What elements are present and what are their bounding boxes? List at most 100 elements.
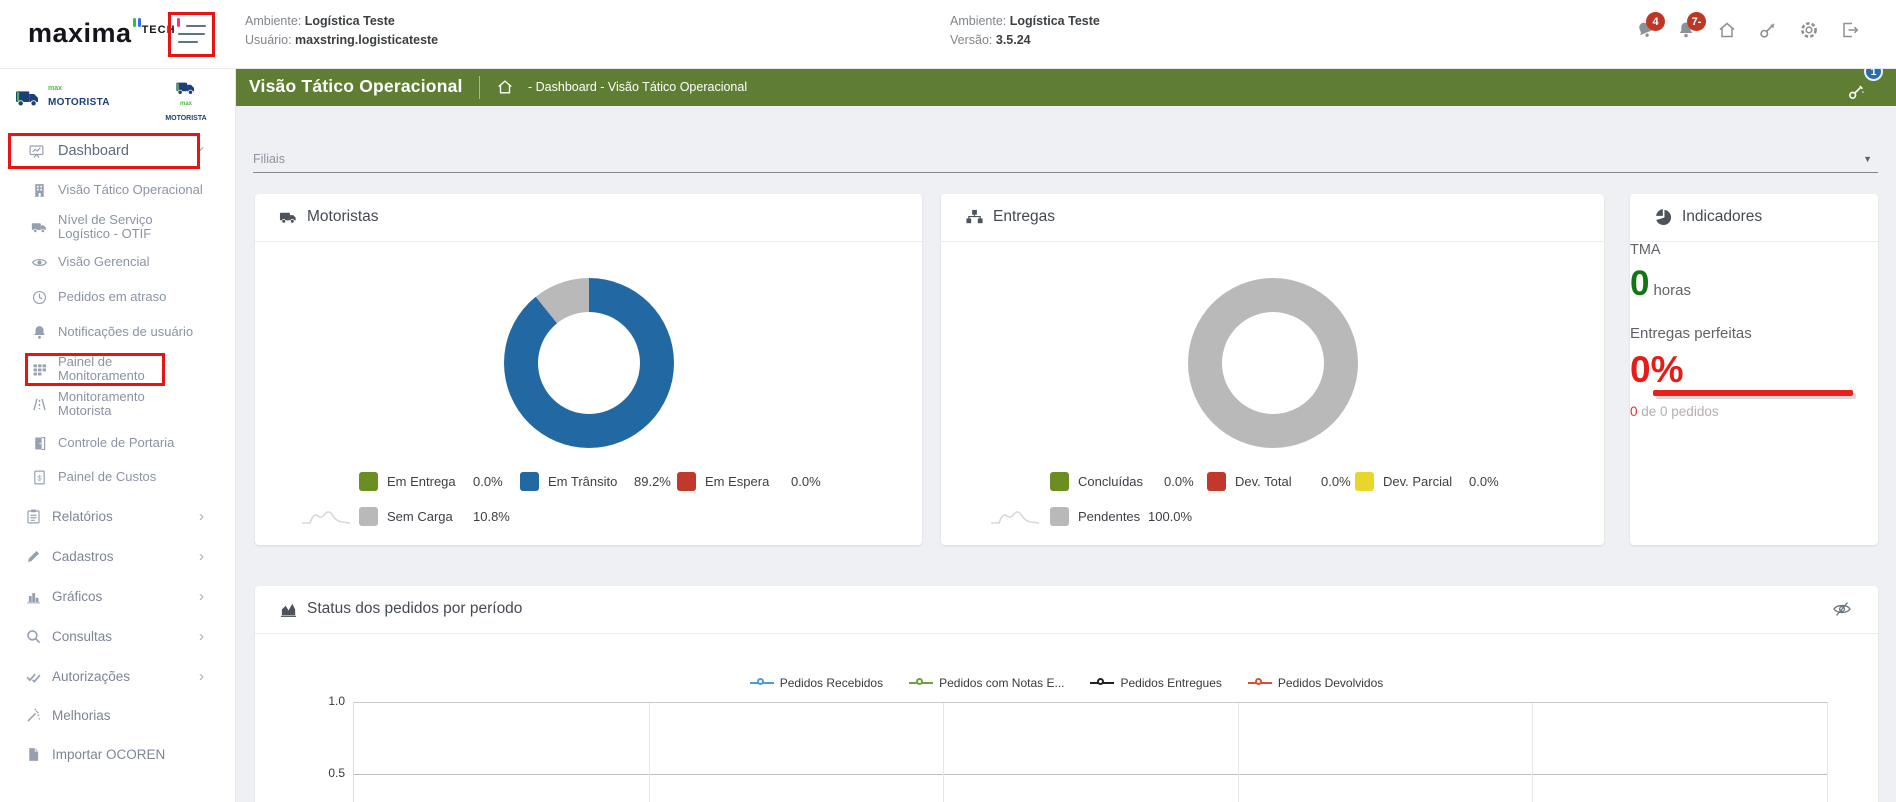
sidebar-item-controle-portaria[interactable]: Controle de Portaria: [0, 426, 236, 460]
legend-value: 100.0%: [1148, 509, 1192, 524]
sidebar-item-label: Painel de Custos: [58, 470, 156, 484]
env-value: Logística Teste: [1010, 14, 1100, 28]
legend-value: 10.8%: [473, 509, 510, 524]
sidebar-item-painel-custos[interactable]: $ Painel de Custos: [0, 460, 236, 494]
legend-swatch: [677, 472, 696, 491]
legend-item-em-espera[interactable]: Em Espera 0.0%: [677, 470, 821, 492]
maxmotorista-mini-logo[interactable]: max MOTORISTA: [164, 80, 208, 125]
tools-wrench-icon[interactable]: [1847, 82, 1866, 101]
orders-count-value: 0: [1630, 404, 1638, 419]
gridline-0.5: [354, 774, 1827, 775]
legend-label: Pendentes: [1078, 509, 1148, 524]
alerts-bell-icon[interactable]: 7-: [1676, 16, 1698, 42]
double-check-icon: [25, 668, 42, 685]
legend-label: Pedidos Entregues: [1120, 676, 1221, 690]
legend-item-em-entrega[interactable]: Em Entrega 0.0%: [359, 470, 503, 492]
environment-version-info: Ambiente: Logística Teste Versão: 3.5.24: [950, 12, 1100, 50]
logo-sub: TECH: [142, 24, 176, 36]
entregas-card: Entregas Concluídas 0.0% Dev. Total 0.0%…: [941, 194, 1604, 545]
bell-icon: [31, 324, 48, 341]
legend-value: 0.0%: [1469, 474, 1499, 489]
sidebar-item-label: Visão Gerencial: [58, 255, 150, 269]
cost-document-icon: $: [31, 469, 48, 486]
sidebar-item-label-line1: Painel de: [58, 354, 112, 369]
settings-gear-icon[interactable]: [1799, 16, 1821, 42]
sidebar-item-label: Visão Tático Operacional: [58, 183, 203, 197]
legend-item-pedidos-recebidos[interactable]: Pedidos Recebidos: [750, 676, 883, 690]
svg-text:$: $: [37, 473, 42, 482]
grid-icon: [31, 361, 48, 378]
sidebar-item-monitoramento-motorista[interactable]: Monitoramento Motorista: [0, 387, 236, 421]
sidebar-item-label: Autorizações: [52, 669, 130, 684]
legend-marker: [1248, 678, 1272, 688]
card-title: Motoristas: [307, 208, 379, 226]
sidebar-item-graficos[interactable]: Gráficos ›: [0, 579, 236, 613]
chevron-right-icon: ›: [199, 628, 204, 645]
legend-item-pedidos-entregues[interactable]: Pedidos Entregues: [1090, 676, 1221, 690]
main-content: Visão Tático Operacional - Dashboard - V…: [236, 69, 1896, 802]
sidebar-item-pedidos-em-atraso[interactable]: Pedidos em atraso: [0, 280, 236, 314]
sidebar-item-consultas[interactable]: Consultas ›: [0, 619, 236, 653]
app1-name: MOTORISTA: [48, 97, 110, 108]
select-caret-icon: ▼: [1863, 154, 1872, 164]
search-icon: [25, 628, 42, 645]
legend-item-dev-parcial[interactable]: Dev. Parcial 0.0%: [1355, 470, 1499, 492]
sidebar-item-melhorias[interactable]: Melhorias: [0, 698, 236, 732]
sidebar-item-importar-ocoren[interactable]: Importar OCOREN: [0, 737, 236, 771]
legend-value: 0.0%: [791, 474, 821, 489]
sidebar-item-label: Controle de Portaria: [58, 436, 174, 450]
sidebar-item-label-line1: Monitoramento: [58, 389, 145, 404]
maxmotorista-logo[interactable]: max MOTORISTA: [13, 85, 110, 110]
legend-item-dev-total[interactable]: Dev. Total 0.0%: [1207, 470, 1351, 492]
sidebar-item-cadastros[interactable]: Cadastros ›: [0, 539, 236, 573]
sidebar-item-dashboard[interactable]: Dashboard: [0, 133, 236, 169]
tma-label: TMA: [1630, 242, 1878, 258]
sidebar-item-label: Dashboard: [58, 143, 129, 159]
legend-swatch: [1050, 507, 1069, 526]
logout-icon[interactable]: [1840, 16, 1862, 42]
road-icon: [31, 396, 48, 413]
notifications-bell-icon[interactable]: 4: [1635, 16, 1657, 42]
sidebar-item-visao-tatico-operacional[interactable]: Visão Tático Operacional: [0, 173, 236, 207]
legend-label: Pedidos com Notas E...: [939, 676, 1064, 690]
app-root: maxima TECH Ambiente: Logística Teste Us…: [0, 0, 1896, 802]
legend-label: Sem Carga: [387, 509, 473, 524]
sidebar-item-label-line2: Motorista: [58, 403, 111, 418]
sidebar-item-visao-gerencial[interactable]: Visão Gerencial: [0, 245, 236, 279]
filiais-select[interactable]: Filiais ▼: [253, 150, 1878, 174]
eye-slash-icon[interactable]: [1832, 599, 1852, 619]
breadcrumb-home-icon[interactable]: [496, 78, 514, 96]
app1-prefix: max: [48, 85, 110, 92]
perfect-deliveries-value: 0%: [1630, 349, 1878, 391]
legend-swatch: [359, 507, 378, 526]
legend-label: Pedidos Devolvidos: [1278, 676, 1383, 690]
legend-swatch: [520, 472, 539, 491]
magic-wand-icon: [25, 707, 42, 724]
clipboard-icon: [25, 508, 42, 525]
legend-item-pendentes[interactable]: Pendentes 100.0%: [1050, 505, 1192, 527]
area-chart-icon: [279, 600, 298, 619]
legend-item-em-transito[interactable]: Em Trânsito 89.2%: [520, 470, 671, 492]
sidebar-item-autorizacoes[interactable]: Autorizações ›: [0, 659, 236, 693]
legend-item-pedidos-com-notas[interactable]: Pedidos com Notas E...: [909, 676, 1064, 690]
document-icon: [25, 746, 42, 763]
sparkline-sketch-icon: [300, 502, 352, 526]
app2-prefix: max: [164, 101, 208, 107]
key-icon[interactable]: [1758, 16, 1780, 42]
legend-label: Concluídas: [1078, 474, 1164, 489]
sidebar-item-relatorios[interactable]: Relatórios ›: [0, 499, 236, 533]
motoristas-card: Motoristas Em Entrega 0.0% Em Trânsito 8…: [255, 194, 922, 545]
sidebar-item-painel-monitoramento[interactable]: Painel de Monitoramento: [0, 352, 236, 386]
legend-item-concluidas[interactable]: Concluídas 0.0%: [1050, 470, 1194, 492]
legend-label: Dev. Total: [1235, 474, 1321, 489]
sidebar-item-label: Melhorias: [52, 708, 111, 723]
legend-item-pedidos-devolvidos[interactable]: Pedidos Devolvidos: [1248, 676, 1383, 690]
home-icon[interactable]: [1717, 16, 1739, 42]
sidebar-item-nivel-servico-otif[interactable]: Nível de Serviço Logístico - OTIF: [0, 210, 236, 244]
hamburger-menu-button[interactable]: [176, 21, 208, 47]
page-titlebar: Visão Tático Operacional - Dashboard - V…: [236, 69, 1896, 106]
legend-item-sem-carga[interactable]: Sem Carga 10.8%: [359, 505, 510, 527]
sidebar-item-notificacoes-usuario[interactable]: Notificações de usuário: [0, 315, 236, 349]
sidebar-item-label-line2: Logístico - OTIF: [58, 226, 151, 241]
logo-tick-green-icon: [133, 18, 136, 27]
